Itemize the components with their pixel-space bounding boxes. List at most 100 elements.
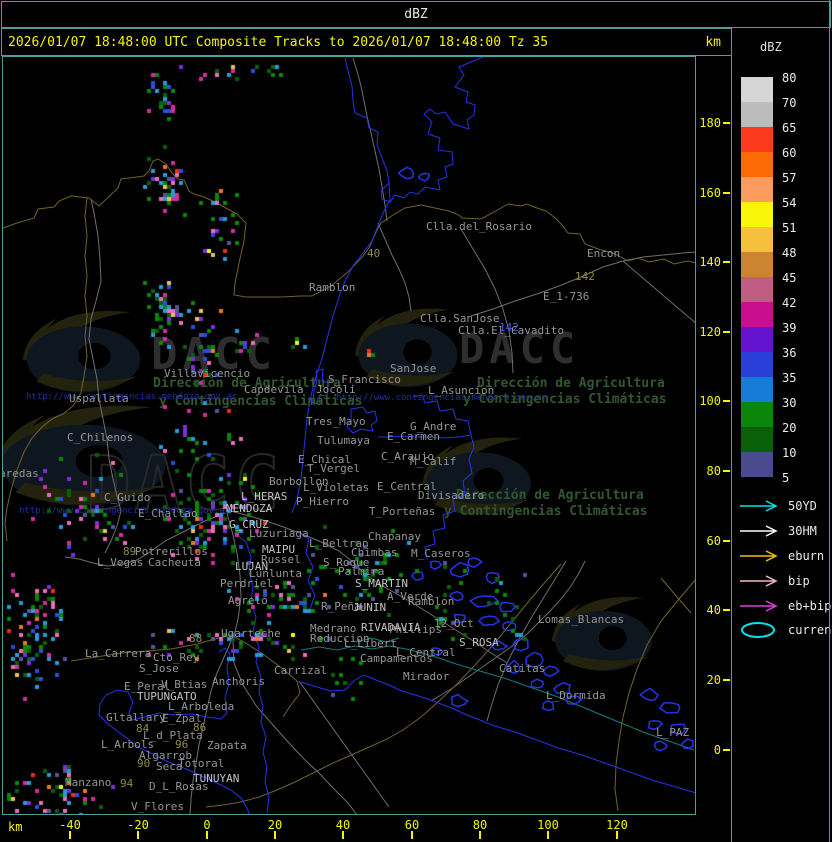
legend-marker-eburn: eburn [738,548,832,564]
place-label: L_Vegas [97,556,144,569]
x-tick-label: 40 [335,818,351,832]
y-tick-mark [723,122,730,124]
x-tick-mark [616,831,618,839]
place-label: TUNUYAN [193,772,240,785]
legend-marker-label: 50YD [788,499,817,513]
y-tick-mark [723,331,730,333]
place-label: L_Libert [344,637,397,650]
x-tick-label: 80 [472,818,488,832]
place-label: Villavicencio [164,367,251,380]
scale-band [741,327,773,352]
x-tick-label: -40 [59,818,81,832]
scale-band [741,227,773,252]
scale-band [741,377,773,402]
y-tick-label: 60 [706,534,721,548]
arrow-icon [740,525,778,537]
scale-band [741,77,773,102]
place-label: M_Calif [410,455,457,468]
y-tick-label: 180 [699,116,721,130]
place-label: aredas [2,467,39,480]
place-label: SanJose [390,362,437,375]
status-bar: 2026/01/07 18:48:00 UTC Composite Tracks… [1,28,732,56]
route-number-label: 88 [189,632,203,645]
place-label: V_Flores [131,800,184,813]
place-label: Catitas [499,662,546,675]
x-tick-mark [274,831,276,839]
scale-band [741,127,773,152]
y-tick-mark [723,609,730,611]
place-label: Carrizal [274,664,327,677]
place-label: V_Btias [161,678,208,691]
place-label: JUNIN [353,601,387,614]
place-label: Mirador [403,670,450,683]
scale-value: 60 [782,146,797,160]
place-label: Ugarteche [221,627,281,640]
legend-title: dBZ [760,40,782,54]
scale-band [741,352,773,377]
place-label: S_Jose [139,662,179,675]
route-number-label: 142 [575,270,595,283]
y-tick-label: 100 [699,394,721,408]
y-tick-mark [723,470,730,472]
place-label: L_HERAS [241,490,288,503]
scale-value: 5 [782,471,790,485]
scale-value: 36 [782,346,797,360]
x-axis: km -40 -20 0 20 40 60 80 100 120 [0,816,731,842]
place-label: Tulumaya [317,434,370,447]
place-label: Zapata [207,739,247,752]
scale-band [741,277,773,302]
place-label: L_Asuncion [428,384,495,397]
arrow-icon [740,550,778,562]
legend-marker-label: bip [788,574,810,588]
scale-value: 57 [782,171,797,185]
legend-marker-bip: bip [738,573,832,589]
route-number-label: 40 [367,247,381,260]
scale-value: 45 [782,271,797,285]
x-tick-label: 0 [203,818,211,832]
arrow-icon [740,500,778,512]
y-tick-label: 40 [706,603,721,617]
scale-value: 51 [782,221,797,235]
place-label: C_Chilenos [67,431,134,444]
place-labels: Clla.del_Rosario Encon 142 E_1-736 Clla.SanJ… [2,57,695,814]
route-number-label: 94 [120,777,134,790]
place-label: C_Guido [104,491,151,504]
place-label: Uspallata [69,392,129,405]
x-axis-unit: km [8,820,23,834]
place-label: Perdriel [220,577,273,590]
place-label: S_ROSA [459,636,499,649]
x-tick-label: 120 [606,818,628,832]
scale-value: 70 [782,96,797,110]
scale-value: 42 [782,296,797,310]
route-number-label: 142 [499,321,519,334]
place-label: Agrelo [228,594,268,607]
x-tick-mark [69,831,71,839]
place-label: Campamentos [360,652,433,665]
legend-marker-label: 30HM [788,524,817,538]
scale-band [741,102,773,127]
y-tick-label: 0 [713,743,721,757]
scale-value: 80 [782,71,797,85]
x-tick-mark [137,831,139,839]
x-tick-mark [342,831,344,839]
place-label: L_Arboleda [168,700,235,713]
scale-band [741,302,773,327]
y-tick-mark [723,192,730,194]
radar-map: DACCDACCDACCDirección de Agriculturay Co… [2,56,696,815]
place-label: 12_Oct [434,617,474,630]
place-label: Clla.SanJose [420,312,500,325]
ellipse-icon [741,622,775,638]
place-label: Encon [587,247,621,260]
scale-value: 10 [782,446,797,460]
place-label: Cacheuta [148,556,201,569]
x-tick-label: 100 [537,818,559,832]
place-label: Ramblon [309,281,356,294]
scale-value: 54 [782,196,797,210]
place-label: S_MARTIN [355,577,408,590]
x-tick-label: 20 [267,818,283,832]
legend-marker-label: current [788,623,832,637]
place-label: Anchoris [212,675,265,688]
x-tick-mark [547,831,549,839]
scale-value: 39 [782,321,797,335]
place-label: L_Dormida [546,689,606,702]
